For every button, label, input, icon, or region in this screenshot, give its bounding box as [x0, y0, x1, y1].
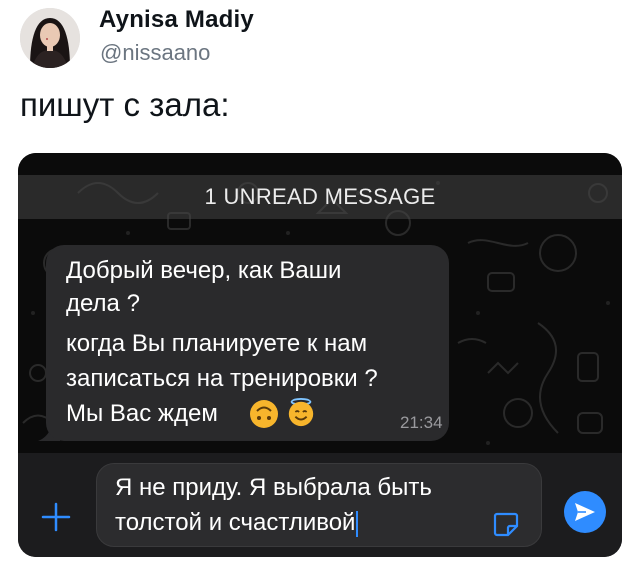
- incoming-message-bubble[interactable]: Добрый вечер, как Ваши дела ? когда Вы п…: [46, 245, 449, 441]
- plus-icon[interactable]: [40, 501, 72, 533]
- message-line: когда Вы планируете к нам: [66, 330, 368, 357]
- send-button[interactable]: [564, 491, 606, 533]
- unread-banner: 1 UNREAD MESSAGE: [18, 175, 622, 219]
- avatar[interactable]: [20, 8, 80, 68]
- message-line: записаться на тренировки ?: [66, 365, 378, 392]
- message-line: дела ?: [66, 290, 140, 317]
- user-handle[interactable]: @nissaano: [100, 40, 210, 66]
- message-time: 21:34: [400, 413, 443, 432]
- tweet-text: пишут с зала:: [20, 86, 230, 123]
- message-input[interactable]: Я не приду. Я выбрала быть толстой и сча…: [96, 463, 542, 547]
- message-line: Добрый вечер, как Ваши: [66, 257, 342, 284]
- text-cursor: [356, 510, 359, 537]
- display-name[interactable]: Aynisa Madiy: [99, 6, 254, 34]
- draft-line: Я не приду. Я выбрала быть: [115, 474, 432, 501]
- chat-screenshot: 1 UNREAD MESSAGE Добрый вечер, как Ваши …: [18, 153, 622, 557]
- send-icon: [575, 503, 595, 521]
- upside-down-face-icon: [250, 400, 278, 428]
- smiling-face-with-halo-icon: [288, 397, 314, 427]
- message-composer: Я не приду. Я выбрала быть толстой и сча…: [18, 453, 622, 557]
- message-line: Мы Вас ждем: [66, 400, 218, 427]
- draft-line: толстой и счастливой: [115, 509, 359, 537]
- sticker-icon[interactable]: [492, 510, 520, 538]
